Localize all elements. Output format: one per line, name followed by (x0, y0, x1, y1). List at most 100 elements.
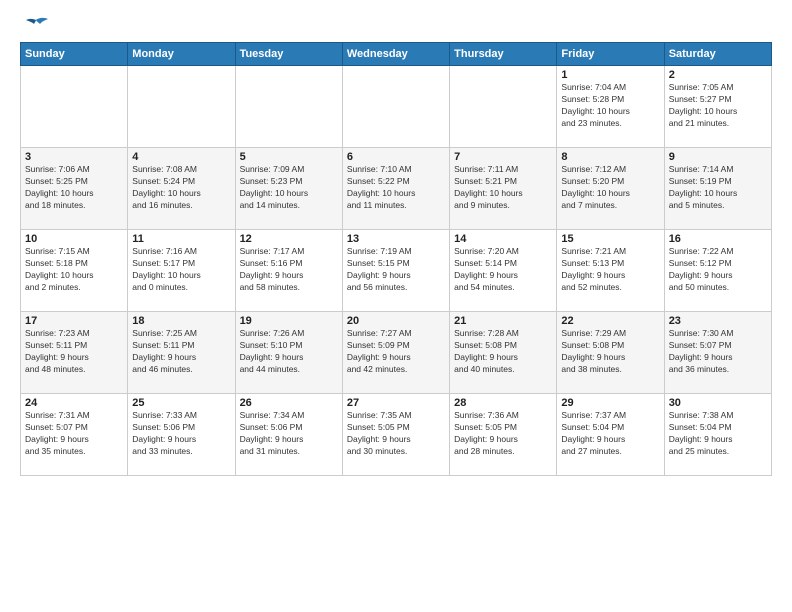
calendar-day-cell: 26Sunrise: 7:34 AMSunset: 5:06 PMDayligh… (235, 394, 342, 476)
calendar-day-cell (450, 66, 557, 148)
calendar-day-cell: 11Sunrise: 7:16 AMSunset: 5:17 PMDayligh… (128, 230, 235, 312)
weekday-header-tuesday: Tuesday (235, 43, 342, 66)
calendar-day-cell: 17Sunrise: 7:23 AMSunset: 5:11 PMDayligh… (21, 312, 128, 394)
calendar-page: SundayMondayTuesdayWednesdayThursdayFrid… (0, 0, 792, 612)
weekday-header-row: SundayMondayTuesdayWednesdayThursdayFrid… (21, 43, 772, 66)
day-info: Sunrise: 7:37 AMSunset: 5:04 PMDaylight:… (561, 410, 659, 458)
calendar-day-cell: 10Sunrise: 7:15 AMSunset: 5:18 PMDayligh… (21, 230, 128, 312)
calendar-day-cell: 15Sunrise: 7:21 AMSunset: 5:13 PMDayligh… (557, 230, 664, 312)
day-number: 30 (669, 397, 767, 409)
calendar-day-cell: 20Sunrise: 7:27 AMSunset: 5:09 PMDayligh… (342, 312, 449, 394)
day-number: 12 (240, 233, 338, 245)
day-info: Sunrise: 7:05 AMSunset: 5:27 PMDaylight:… (669, 82, 767, 130)
calendar-day-cell: 16Sunrise: 7:22 AMSunset: 5:12 PMDayligh… (664, 230, 771, 312)
day-info: Sunrise: 7:27 AMSunset: 5:09 PMDaylight:… (347, 328, 445, 376)
day-number: 16 (669, 233, 767, 245)
calendar-day-cell: 12Sunrise: 7:17 AMSunset: 5:16 PMDayligh… (235, 230, 342, 312)
day-info: Sunrise: 7:29 AMSunset: 5:08 PMDaylight:… (561, 328, 659, 376)
day-info: Sunrise: 7:09 AMSunset: 5:23 PMDaylight:… (240, 164, 338, 212)
calendar-day-cell: 22Sunrise: 7:29 AMSunset: 5:08 PMDayligh… (557, 312, 664, 394)
day-info: Sunrise: 7:30 AMSunset: 5:07 PMDaylight:… (669, 328, 767, 376)
day-info: Sunrise: 7:08 AMSunset: 5:24 PMDaylight:… (132, 164, 230, 212)
weekday-header-friday: Friday (557, 43, 664, 66)
calendar-day-cell: 27Sunrise: 7:35 AMSunset: 5:05 PMDayligh… (342, 394, 449, 476)
calendar-day-cell (128, 66, 235, 148)
header (20, 16, 772, 34)
day-info: Sunrise: 7:04 AMSunset: 5:28 PMDaylight:… (561, 82, 659, 130)
weekday-header-monday: Monday (128, 43, 235, 66)
day-number: 20 (347, 315, 445, 327)
day-info: Sunrise: 7:36 AMSunset: 5:05 PMDaylight:… (454, 410, 552, 458)
weekday-header-saturday: Saturday (664, 43, 771, 66)
day-info: Sunrise: 7:14 AMSunset: 5:19 PMDaylight:… (669, 164, 767, 212)
calendar-day-cell: 23Sunrise: 7:30 AMSunset: 5:07 PMDayligh… (664, 312, 771, 394)
day-number: 22 (561, 315, 659, 327)
day-number: 15 (561, 233, 659, 245)
day-number: 24 (25, 397, 123, 409)
calendar-day-cell: 8Sunrise: 7:12 AMSunset: 5:20 PMDaylight… (557, 148, 664, 230)
calendar-week-row: 10Sunrise: 7:15 AMSunset: 5:18 PMDayligh… (21, 230, 772, 312)
day-info: Sunrise: 7:33 AMSunset: 5:06 PMDaylight:… (132, 410, 230, 458)
day-info: Sunrise: 7:34 AMSunset: 5:06 PMDaylight:… (240, 410, 338, 458)
day-number: 9 (669, 151, 767, 163)
calendar-day-cell: 28Sunrise: 7:36 AMSunset: 5:05 PMDayligh… (450, 394, 557, 476)
day-info: Sunrise: 7:16 AMSunset: 5:17 PMDaylight:… (132, 246, 230, 294)
calendar-day-cell: 2Sunrise: 7:05 AMSunset: 5:27 PMDaylight… (664, 66, 771, 148)
day-number: 4 (132, 151, 230, 163)
day-info: Sunrise: 7:20 AMSunset: 5:14 PMDaylight:… (454, 246, 552, 294)
day-info: Sunrise: 7:35 AMSunset: 5:05 PMDaylight:… (347, 410, 445, 458)
day-info: Sunrise: 7:12 AMSunset: 5:20 PMDaylight:… (561, 164, 659, 212)
weekday-header-wednesday: Wednesday (342, 43, 449, 66)
day-number: 19 (240, 315, 338, 327)
day-number: 25 (132, 397, 230, 409)
day-info: Sunrise: 7:28 AMSunset: 5:08 PMDaylight:… (454, 328, 552, 376)
day-number: 7 (454, 151, 552, 163)
calendar-table: SundayMondayTuesdayWednesdayThursdayFrid… (20, 42, 772, 476)
calendar-day-cell: 30Sunrise: 7:38 AMSunset: 5:04 PMDayligh… (664, 394, 771, 476)
calendar-day-cell (235, 66, 342, 148)
day-number: 29 (561, 397, 659, 409)
calendar-day-cell: 24Sunrise: 7:31 AMSunset: 5:07 PMDayligh… (21, 394, 128, 476)
day-info: Sunrise: 7:23 AMSunset: 5:11 PMDaylight:… (25, 328, 123, 376)
calendar-day-cell: 9Sunrise: 7:14 AMSunset: 5:19 PMDaylight… (664, 148, 771, 230)
day-info: Sunrise: 7:25 AMSunset: 5:11 PMDaylight:… (132, 328, 230, 376)
calendar-day-cell: 3Sunrise: 7:06 AMSunset: 5:25 PMDaylight… (21, 148, 128, 230)
calendar-day-cell: 21Sunrise: 7:28 AMSunset: 5:08 PMDayligh… (450, 312, 557, 394)
calendar-day-cell (21, 66, 128, 148)
day-number: 18 (132, 315, 230, 327)
calendar-day-cell: 19Sunrise: 7:26 AMSunset: 5:10 PMDayligh… (235, 312, 342, 394)
day-number: 13 (347, 233, 445, 245)
calendar-day-cell: 14Sunrise: 7:20 AMSunset: 5:14 PMDayligh… (450, 230, 557, 312)
day-number: 1 (561, 69, 659, 81)
day-info: Sunrise: 7:31 AMSunset: 5:07 PMDaylight:… (25, 410, 123, 458)
day-number: 5 (240, 151, 338, 163)
calendar-week-row: 24Sunrise: 7:31 AMSunset: 5:07 PMDayligh… (21, 394, 772, 476)
day-number: 21 (454, 315, 552, 327)
calendar-week-row: 17Sunrise: 7:23 AMSunset: 5:11 PMDayligh… (21, 312, 772, 394)
day-number: 26 (240, 397, 338, 409)
calendar-day-cell: 25Sunrise: 7:33 AMSunset: 5:06 PMDayligh… (128, 394, 235, 476)
calendar-day-cell: 29Sunrise: 7:37 AMSunset: 5:04 PMDayligh… (557, 394, 664, 476)
day-number: 6 (347, 151, 445, 163)
day-number: 3 (25, 151, 123, 163)
calendar-week-row: 1Sunrise: 7:04 AMSunset: 5:28 PMDaylight… (21, 66, 772, 148)
calendar-day-cell: 4Sunrise: 7:08 AMSunset: 5:24 PMDaylight… (128, 148, 235, 230)
day-info: Sunrise: 7:22 AMSunset: 5:12 PMDaylight:… (669, 246, 767, 294)
day-number: 27 (347, 397, 445, 409)
day-number: 28 (454, 397, 552, 409)
logo (20, 16, 50, 34)
day-number: 2 (669, 69, 767, 81)
day-info: Sunrise: 7:21 AMSunset: 5:13 PMDaylight:… (561, 246, 659, 294)
day-info: Sunrise: 7:06 AMSunset: 5:25 PMDaylight:… (25, 164, 123, 212)
weekday-header-sunday: Sunday (21, 43, 128, 66)
day-number: 23 (669, 315, 767, 327)
calendar-week-row: 3Sunrise: 7:06 AMSunset: 5:25 PMDaylight… (21, 148, 772, 230)
weekday-header-thursday: Thursday (450, 43, 557, 66)
calendar-day-cell: 5Sunrise: 7:09 AMSunset: 5:23 PMDaylight… (235, 148, 342, 230)
day-number: 10 (25, 233, 123, 245)
day-info: Sunrise: 7:17 AMSunset: 5:16 PMDaylight:… (240, 246, 338, 294)
calendar-day-cell: 18Sunrise: 7:25 AMSunset: 5:11 PMDayligh… (128, 312, 235, 394)
day-number: 17 (25, 315, 123, 327)
calendar-day-cell: 1Sunrise: 7:04 AMSunset: 5:28 PMDaylight… (557, 66, 664, 148)
day-info: Sunrise: 7:11 AMSunset: 5:21 PMDaylight:… (454, 164, 552, 212)
